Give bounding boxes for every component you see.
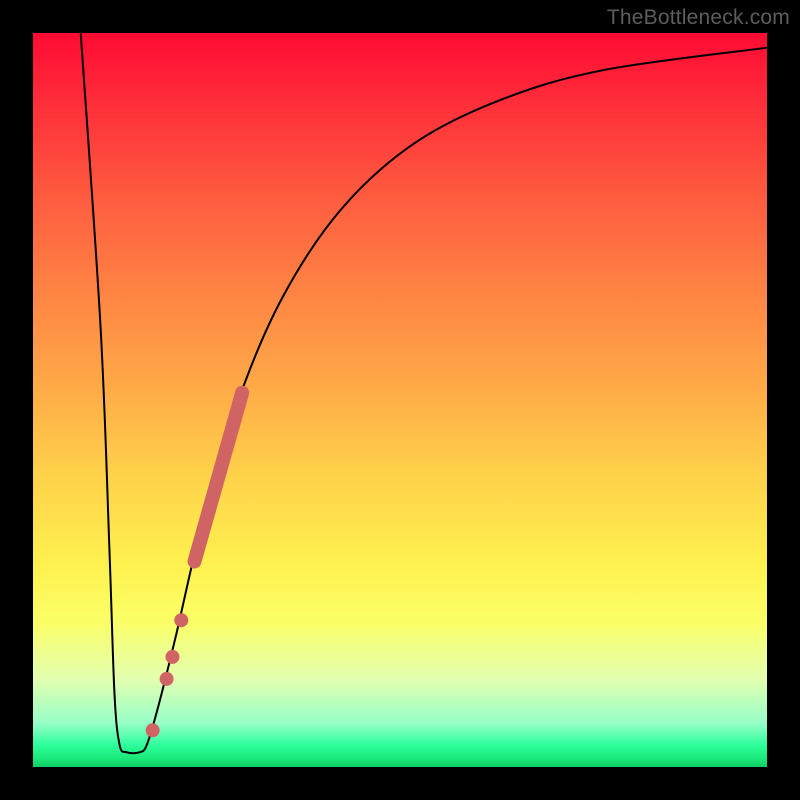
marker-dot bbox=[146, 723, 160, 737]
marker-dot bbox=[174, 613, 188, 627]
watermark-text: TheBottleneck.com bbox=[607, 6, 790, 30]
marker-dot bbox=[160, 672, 174, 686]
marker-group bbox=[146, 613, 189, 737]
highlight-segment bbox=[194, 393, 242, 562]
chart-frame: TheBottleneck.com bbox=[0, 0, 800, 800]
plot-area bbox=[33, 33, 767, 767]
bottleneck-curve bbox=[81, 33, 767, 753]
curve-svg bbox=[33, 33, 767, 767]
marker-dot bbox=[165, 650, 179, 664]
